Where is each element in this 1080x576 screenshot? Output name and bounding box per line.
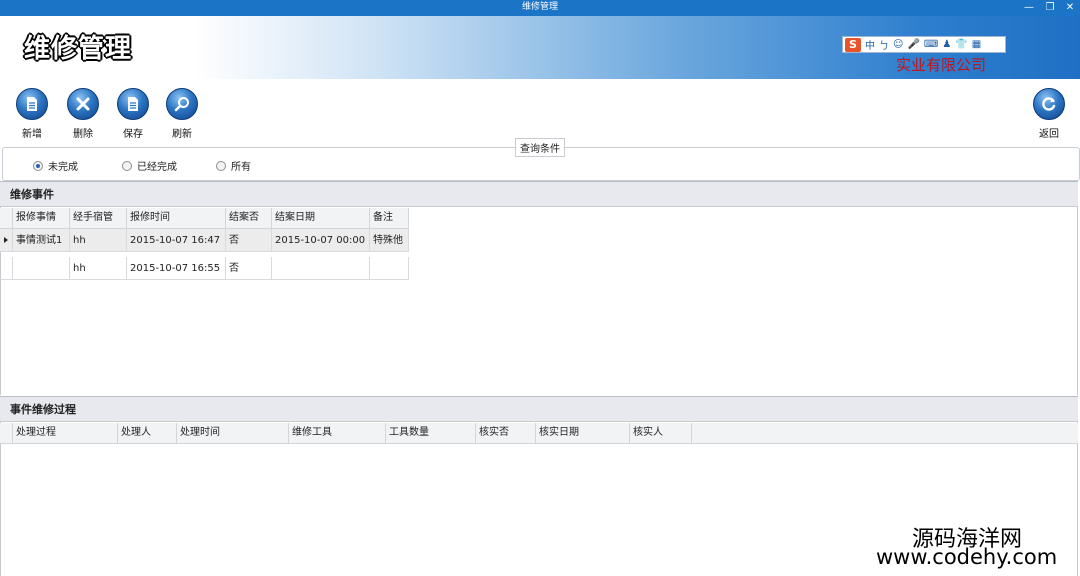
- ime-voice-icon[interactable]: 🎤: [907, 39, 919, 50]
- table-cell[interactable]: [272, 257, 370, 280]
- radio-checked-icon[interactable]: [33, 160, 43, 171]
- back-label: 返回: [1039, 129, 1059, 140]
- save-label: 保存: [123, 129, 143, 140]
- table-row[interactable]: 事情测试1 hh 2015-10-07 16:47 否 2015-10-07 0…: [0, 229, 409, 252]
- column-header[interactable]: 处理过程: [13, 423, 118, 443]
- column-header[interactable]: 结案否: [226, 208, 272, 228]
- column-header[interactable]: 报修事情: [13, 208, 70, 228]
- ime-punctuation-icon[interactable]: ㄅ: [879, 37, 889, 52]
- column-header[interactable]: 处理时间: [177, 423, 289, 443]
- refresh-label: 刷新: [172, 129, 192, 140]
- ime-chinese-mode[interactable]: 中: [865, 37, 875, 52]
- close-icon[interactable]: ✕: [1061, 0, 1079, 16]
- radio-unchecked-icon[interactable]: [122, 160, 132, 171]
- ime-emoji-icon[interactable]: ☺: [893, 39, 903, 50]
- process-grid-header: 处理过程 处理人 处理时间 维修工具 工具数量 核实否 核实日期 核实人: [0, 423, 1078, 444]
- ime-toolbar[interactable]: S 中 ㄅ ☺ 🎤 ⌨ ♟ 👕 ▦: [842, 36, 1006, 53]
- current-row-arrow-icon: [4, 237, 8, 243]
- table-cell[interactable]: hh: [70, 229, 127, 252]
- events-panel-header: 维修事件: [0, 181, 1078, 207]
- back-icon: [1033, 88, 1065, 120]
- save-button[interactable]: 保存: [111, 88, 155, 140]
- back-button[interactable]: 返回: [1027, 88, 1071, 140]
- restore-icon[interactable]: ❐: [1041, 0, 1059, 16]
- column-header[interactable]: 维修工具: [289, 423, 386, 443]
- table-cell[interactable]: 2015-10-07 16:47: [127, 229, 226, 252]
- window-titlebar: 维修管理: [0, 0, 1080, 16]
- column-header[interactable]: 结案日期: [272, 208, 370, 228]
- new-document-icon: [16, 88, 48, 120]
- column-header[interactable]: 处理人: [118, 423, 177, 443]
- table-cell[interactable]: 2015-10-07 00:00: [272, 229, 370, 252]
- add-label: 新增: [22, 129, 42, 140]
- save-document-icon: [117, 88, 149, 120]
- radio-all-label: 所有: [231, 162, 251, 173]
- delete-button[interactable]: 删除: [61, 88, 105, 140]
- column-header[interactable]: 备注: [370, 208, 409, 228]
- ime-toolbox-icon[interactable]: ▦: [972, 39, 981, 50]
- events-grid-header: 报修事情 经手宿管 报修时间 结案否 结案日期 备注: [0, 208, 409, 229]
- process-panel-title: 事件维修过程: [10, 403, 76, 416]
- radio-finished-label: 已经完成: [137, 162, 177, 173]
- radio-finished[interactable]: 已经完成: [122, 158, 177, 173]
- sogou-logo-icon[interactable]: S: [845, 37, 861, 52]
- toolbar: 新增 删除 保存 刷新 返回: [0, 80, 1080, 140]
- column-header[interactable]: 经手宿管: [70, 208, 127, 228]
- ime-keyboard-icon[interactable]: ⌨: [924, 39, 938, 50]
- query-conditions-legend: 查询条件: [515, 138, 565, 157]
- app-title: 维修管理: [24, 34, 133, 64]
- company-name: 实业有限公司: [896, 56, 987, 74]
- table-cell[interactable]: 否: [226, 257, 272, 280]
- table-cell[interactable]: [13, 257, 70, 280]
- events-panel-title: 维修事件: [10, 188, 54, 201]
- row-indicator-header: [0, 423, 13, 443]
- table-cell[interactable]: hh: [70, 257, 127, 280]
- window-title: 维修管理: [521, 2, 558, 12]
- table-cell[interactable]: 2015-10-07 16:55: [127, 257, 226, 280]
- header-banner: 维修管理 S 中 ㄅ ☺ 🎤 ⌨ ♟ 👕 ▦ 实业有限公司: [0, 16, 1080, 79]
- delete-icon: [67, 88, 99, 120]
- table-cell[interactable]: [370, 257, 409, 280]
- column-header[interactable]: 核实人: [630, 423, 692, 443]
- table-cell[interactable]: 否: [226, 229, 272, 252]
- add-button[interactable]: 新增: [10, 88, 54, 140]
- column-header[interactable]: 核实否: [476, 423, 536, 443]
- column-header[interactable]: 工具数量: [386, 423, 476, 443]
- process-panel-header: 事件维修过程: [0, 396, 1078, 422]
- radio-unchecked-icon[interactable]: [216, 160, 226, 171]
- radio-all[interactable]: 所有: [216, 158, 251, 173]
- table-row[interactable]: hh 2015-10-07 16:55 否: [0, 257, 409, 280]
- ime-skin-icon[interactable]: 👕: [955, 39, 967, 50]
- column-header[interactable]: 报修时间: [127, 208, 226, 228]
- table-cell[interactable]: 事情测试1: [13, 229, 70, 252]
- column-header[interactable]: 核实日期: [536, 423, 630, 443]
- radio-unfinished[interactable]: 未完成: [33, 158, 78, 173]
- watermark-url: www.codehy.com: [876, 545, 1058, 569]
- search-refresh-icon: [166, 88, 198, 120]
- delete-label: 删除: [73, 129, 93, 140]
- refresh-button[interactable]: 刷新: [160, 88, 204, 140]
- row-indicator-header: [0, 208, 13, 228]
- minimize-icon[interactable]: —: [1020, 0, 1038, 16]
- row-indicator: [0, 257, 13, 280]
- radio-unfinished-label: 未完成: [48, 162, 78, 173]
- row-indicator: [0, 229, 13, 252]
- ime-user-icon[interactable]: ♟: [942, 39, 951, 50]
- table-cell[interactable]: 特殊他: [370, 229, 409, 252]
